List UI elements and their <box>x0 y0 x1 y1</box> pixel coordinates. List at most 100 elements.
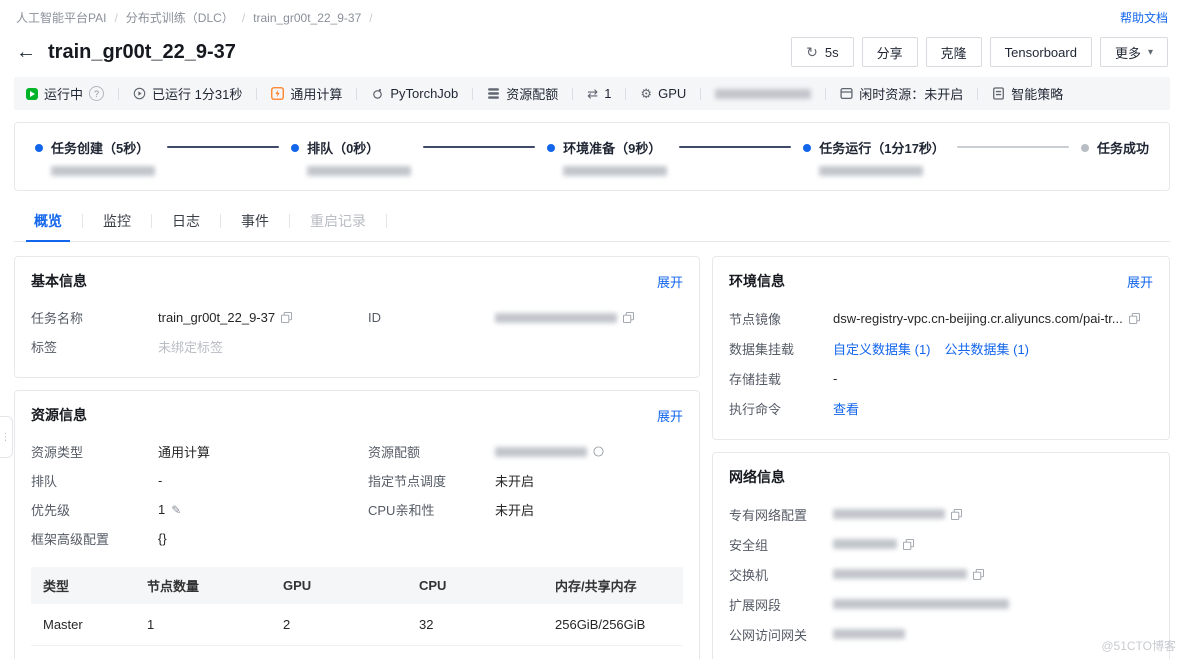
timeline-connector <box>423 146 535 148</box>
resource-info-row: 优先级 1 ✎ CPU亲和性 未开启 <box>31 495 683 524</box>
basic-info-card: 基本信息 展开 任务名称 train_gr00t_22_9-37 ID 标签 未… <box>14 256 700 378</box>
network-info-card: 网络信息 专有网络配置 安全组 交换机 <box>712 452 1170 659</box>
network-info-row: 专有网络配置 <box>729 499 1153 529</box>
resource-type-value: 通用计算 <box>158 442 368 461</box>
cpu-affinity-value: 未开启 <box>495 500 683 519</box>
tab-events[interactable]: 事件 <box>221 201 289 241</box>
share-button[interactable]: 分享 <box>862 37 918 67</box>
running-status-icon <box>26 88 38 100</box>
question-circle-icon[interactable]: ? <box>89 86 104 101</box>
divider <box>356 88 357 100</box>
tab-overview[interactable]: 概览 <box>14 201 82 241</box>
copy-icon[interactable] <box>1129 313 1140 324</box>
timeline-connector <box>167 146 279 148</box>
step-dot <box>547 144 555 152</box>
step-dot <box>35 144 43 152</box>
right-column: 环境信息 展开 节点镜像 dsw-registry-vpc.cn-beijing… <box>712 256 1170 659</box>
idle-resource-text: 闲时资源：未开启 <box>859 84 963 103</box>
status-item-idle-resource: 闲时资源：未开启 <box>840 84 963 103</box>
breadcrumb-item-pai[interactable]: 人工智能平台PAI <box>16 9 126 26</box>
env-info-row: 数据集挂载 自定义数据集 (1) 公共数据集 (1) <box>729 333 1153 363</box>
status-item-device: ⚙ GPU <box>640 86 686 101</box>
view-command-link[interactable]: 查看 <box>833 399 859 418</box>
idle-resource-icon <box>840 87 853 100</box>
quota-text: 资源配额 <box>506 84 558 103</box>
resource-quota-icon <box>487 87 500 100</box>
resource-type-label: 资源类型 <box>31 442 158 461</box>
link-out-icon[interactable] <box>593 446 604 457</box>
resource-quota-label: 资源配额 <box>368 442 495 461</box>
redacted-quota-value <box>495 447 587 457</box>
left-column: 基本信息 展开 任务名称 train_gr00t_22_9-37 ID 标签 未… <box>14 256 700 659</box>
basic-info-expand-link[interactable]: 展开 <box>657 272 683 291</box>
task-timeline-card: 任务创建（5秒） 排队（0秒） 环境准备（9秒） 任务运行（1分17秒） 任务成… <box>14 122 1170 191</box>
timeline-connector <box>957 146 1069 148</box>
priority-label: 优先级 <box>31 500 158 519</box>
priority-value: 1 <box>158 502 165 517</box>
step-label: 任务创建（5秒） <box>51 138 149 157</box>
refresh-interval-button[interactable]: ↻ 5s <box>791 37 853 67</box>
table-header-gpu: GPU <box>271 567 407 604</box>
basic-info-title: 基本信息 <box>31 271 87 291</box>
command-label: 执行命令 <box>729 399 833 418</box>
redacted-timestamp <box>819 166 923 176</box>
tab-monitor[interactable]: 监控 <box>83 201 151 241</box>
table-header-node-count: 节点数量 <box>135 567 271 604</box>
redacted-timestamp <box>563 166 667 176</box>
storage-mount-label: 存储挂载 <box>729 369 833 388</box>
status-item-instances: ⇄ 1 <box>587 86 611 101</box>
copy-icon[interactable] <box>903 539 914 550</box>
table-header-type: 类型 <box>31 567 135 604</box>
copy-icon[interactable] <box>973 569 984 580</box>
tab-logs[interactable]: 日志 <box>152 201 220 241</box>
storage-mount-value: - <box>833 371 1153 386</box>
node-spec-table: 类型 节点数量 GPU CPU 内存/共享内存 Master 1 2 32 25… <box>31 567 683 646</box>
resource-info-title: 资源信息 <box>31 405 87 425</box>
back-icon[interactable]: ← <box>16 42 36 62</box>
framework-config-label: 框架高级配置 <box>31 529 158 548</box>
env-info-row: 执行命令 查看 <box>729 393 1153 423</box>
node-schedule-label: 指定节点调度 <box>368 471 495 490</box>
status-item-redacted <box>715 89 811 99</box>
redacted-value <box>715 89 811 99</box>
breadcrumb-item-dlc[interactable]: 分布式训练（DLC） <box>126 9 253 26</box>
timeline-step-success: 任务成功 <box>1081 138 1149 157</box>
redacted-cidr-value <box>833 599 1009 609</box>
env-info-row: 节点镜像 dsw-registry-vpc.cn-beijing.cr.aliy… <box>729 303 1153 333</box>
cpu-affinity-label: CPU亲和性 <box>368 500 495 519</box>
help-doc-link[interactable]: 帮助文档 <box>1120 9 1168 26</box>
queue-value: - <box>158 473 368 488</box>
custom-dataset-link[interactable]: 自定义数据集 (1) <box>833 339 931 358</box>
panel-collapse-handle[interactable]: ⋮ <box>0 416 13 458</box>
step-label: 排队（0秒） <box>307 138 379 157</box>
tab-restart-records[interactable]: 重启记录 <box>290 201 386 241</box>
resource-info-row: 框架高级配置 {} <box>31 524 683 553</box>
env-info-expand-link[interactable]: 展开 <box>1127 272 1153 291</box>
vpc-label: 专有网络配置 <box>729 505 833 524</box>
table-row: Master 1 2 32 256GiB/256GiB <box>31 604 683 646</box>
gateway-label: 公网访问网关 <box>729 625 833 644</box>
public-dataset-link[interactable]: 公共数据集 (1) <box>945 339 1030 358</box>
copy-icon[interactable] <box>281 312 292 323</box>
edit-icon[interactable]: ✎ <box>171 503 181 517</box>
resource-info-row: 排队 - 指定节点调度 未开启 <box>31 466 683 495</box>
security-group-label: 安全组 <box>729 535 833 554</box>
chevron-down-icon: ▾ <box>1148 47 1153 58</box>
clone-button[interactable]: 克隆 <box>926 37 982 67</box>
cidr-label: 扩展网段 <box>729 595 833 614</box>
smart-policy-text: 智能策略 <box>1011 84 1063 103</box>
resource-info-expand-link[interactable]: 展开 <box>657 406 683 425</box>
page-header: ← train_gr00t_22_9-37 ↻ 5s 分享 克隆 Tensorb… <box>0 33 1184 77</box>
copy-icon[interactable] <box>623 312 634 323</box>
env-info-row: 存储挂载 - <box>729 363 1153 393</box>
env-info-card: 环境信息 展开 节点镜像 dsw-registry-vpc.cn-beijing… <box>712 256 1170 440</box>
device-text: GPU <box>658 86 686 101</box>
copy-icon[interactable] <box>951 509 962 520</box>
more-button[interactable]: 更多 ▾ <box>1100 37 1168 67</box>
network-info-title: 网络信息 <box>729 467 785 487</box>
basic-info-row: 标签 未绑定标签 <box>31 332 683 361</box>
cell-memory: 256GiB/256GiB <box>543 604 683 646</box>
page-title: train_gr00t_22_9-37 <box>48 41 236 64</box>
divider <box>825 88 826 100</box>
tensorboard-button[interactable]: Tensorboard <box>990 37 1092 67</box>
